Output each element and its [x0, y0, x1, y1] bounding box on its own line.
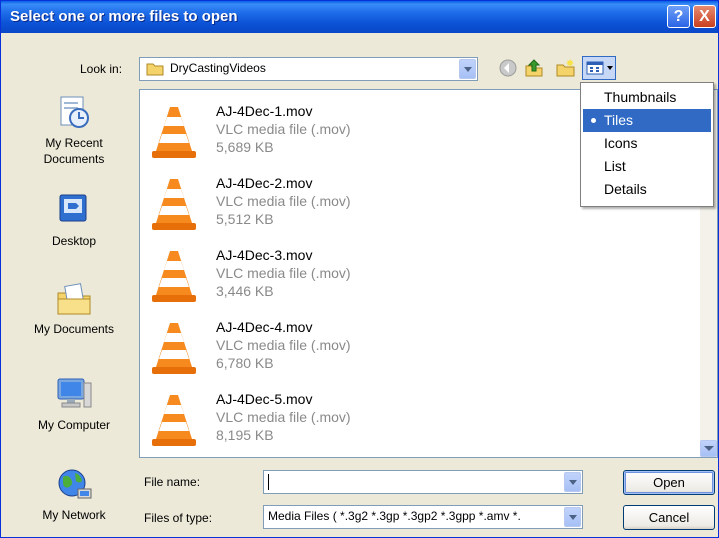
chevron-down-icon — [607, 66, 613, 70]
file-name: AJ-4Dec-2.mov — [216, 175, 313, 191]
file-name: AJ-4Dec-3.mov — [216, 247, 313, 263]
views-menu: Thumbnails Tiles Icons List Details — [580, 82, 714, 207]
menu-item-label: Tiles — [604, 112, 634, 128]
dialog-title: Select one or more files to open — [10, 8, 238, 25]
file-size: 3,446 KB — [216, 283, 274, 299]
look-in-label: Look in: — [80, 62, 123, 76]
files-of-type-label: Files of type: — [144, 511, 213, 525]
file-tile[interactable]: AJ-4Dec-2.mov VLC media file (.mov) 5,51… — [150, 174, 410, 244]
menu-item-list[interactable]: List — [583, 155, 711, 178]
place-label: My Computer — [37, 418, 111, 432]
help-button[interactable]: ? — [667, 5, 690, 28]
menu-item-thumbnails[interactable]: Thumbnails — [583, 86, 711, 109]
recent-documents-icon — [54, 93, 94, 133]
file-type: VLC media file (.mov) — [216, 121, 351, 137]
vlc-cone-icon — [152, 323, 196, 374]
file-type: VLC media file (.mov) — [216, 193, 351, 209]
file-tile[interactable]: AJ-4Dec-3.mov VLC media file (.mov) 3,44… — [150, 246, 410, 316]
file-type: VLC media file (.mov) — [216, 265, 351, 281]
folder-icon — [146, 63, 164, 76]
file-name: AJ-4Dec-5.mov — [216, 391, 313, 407]
file-name: AJ-4Dec-4.mov — [216, 319, 313, 335]
files-of-type-select[interactable]: Media Files ( *.3g2 *.3gp *.3gp2 *.3gpp … — [263, 505, 583, 529]
look-in-dropdown-arrow[interactable] — [459, 59, 476, 79]
look-in-value: DryCastingVideos — [170, 61, 266, 75]
new-folder-icon[interactable] — [556, 58, 576, 78]
file-tile[interactable]: AJ-4Dec-4.mov VLC media file (.mov) 6,78… — [150, 318, 410, 388]
menu-item-tiles[interactable]: Tiles — [583, 109, 711, 132]
place-my-documents[interactable]: My Documents — [20, 279, 128, 337]
places-bar: My Recent Documents Desktop My Documents… — [20, 91, 128, 531]
look-in-combo[interactable]: DryCastingVideos — [139, 57, 478, 81]
views-icon — [586, 61, 604, 75]
my-computer-icon — [54, 375, 94, 415]
place-desktop[interactable]: Desktop — [20, 191, 128, 249]
place-label: Desktop — [51, 234, 97, 248]
place-my-network[interactable]: My Network — [20, 465, 128, 523]
open-file-dialog: Select one or more files to open ? X Loo… — [0, 0, 719, 538]
close-button[interactable]: X — [693, 5, 716, 28]
scroll-down-button[interactable] — [700, 440, 717, 457]
vlc-cone-icon — [152, 251, 196, 302]
file-size: 6,780 KB — [216, 355, 274, 371]
file-tile[interactable]: AJ-4Dec-5.mov VLC media file (.mov) 8,19… — [150, 390, 410, 457]
place-label: My Network — [42, 508, 106, 522]
file-name: AJ-4Dec-1.mov — [216, 103, 313, 119]
place-label: My Recent Documents — [43, 136, 105, 166]
file-size: 5,689 KB — [216, 139, 274, 155]
place-my-computer[interactable]: My Computer — [20, 375, 128, 433]
up-one-level-icon[interactable] — [524, 58, 544, 78]
file-type: VLC media file (.mov) — [216, 337, 351, 353]
text-cursor — [268, 474, 269, 490]
vlc-cone-icon — [152, 395, 196, 446]
title-bar[interactable]: Select one or more files to open ? X — [1, 1, 718, 33]
vlc-cone-icon — [152, 107, 196, 158]
my-documents-icon — [54, 279, 94, 319]
files-of-type-dropdown-arrow[interactable] — [564, 507, 581, 527]
file-tile[interactable]: AJ-4Dec-1.mov VLC media file (.mov) 5,68… — [150, 102, 410, 172]
desktop-icon — [54, 191, 94, 231]
menu-item-icons[interactable]: Icons — [583, 132, 711, 155]
file-name-dropdown-arrow[interactable] — [564, 472, 581, 492]
file-name-input[interactable] — [263, 470, 583, 494]
selected-bullet-icon — [591, 118, 596, 123]
vlc-cone-icon — [152, 179, 196, 230]
open-button[interactable]: Open — [623, 470, 715, 495]
place-my-recent-documents[interactable]: My Recent Documents — [20, 93, 128, 167]
file-type: VLC media file (.mov) — [216, 409, 351, 425]
place-label: My Documents — [33, 322, 115, 336]
files-of-type-value: Media Files ( *.3g2 *.3gp *.3gp2 *.3gpp … — [268, 509, 521, 523]
file-size: 8,195 KB — [216, 427, 274, 443]
menu-item-details[interactable]: Details — [583, 178, 711, 201]
my-network-icon — [54, 465, 94, 505]
file-size: 5,512 KB — [216, 211, 274, 227]
back-icon[interactable] — [498, 58, 518, 78]
views-menu-button[interactable] — [582, 56, 616, 80]
file-name-label: File name: — [144, 475, 201, 489]
cancel-button[interactable]: Cancel — [623, 505, 715, 530]
